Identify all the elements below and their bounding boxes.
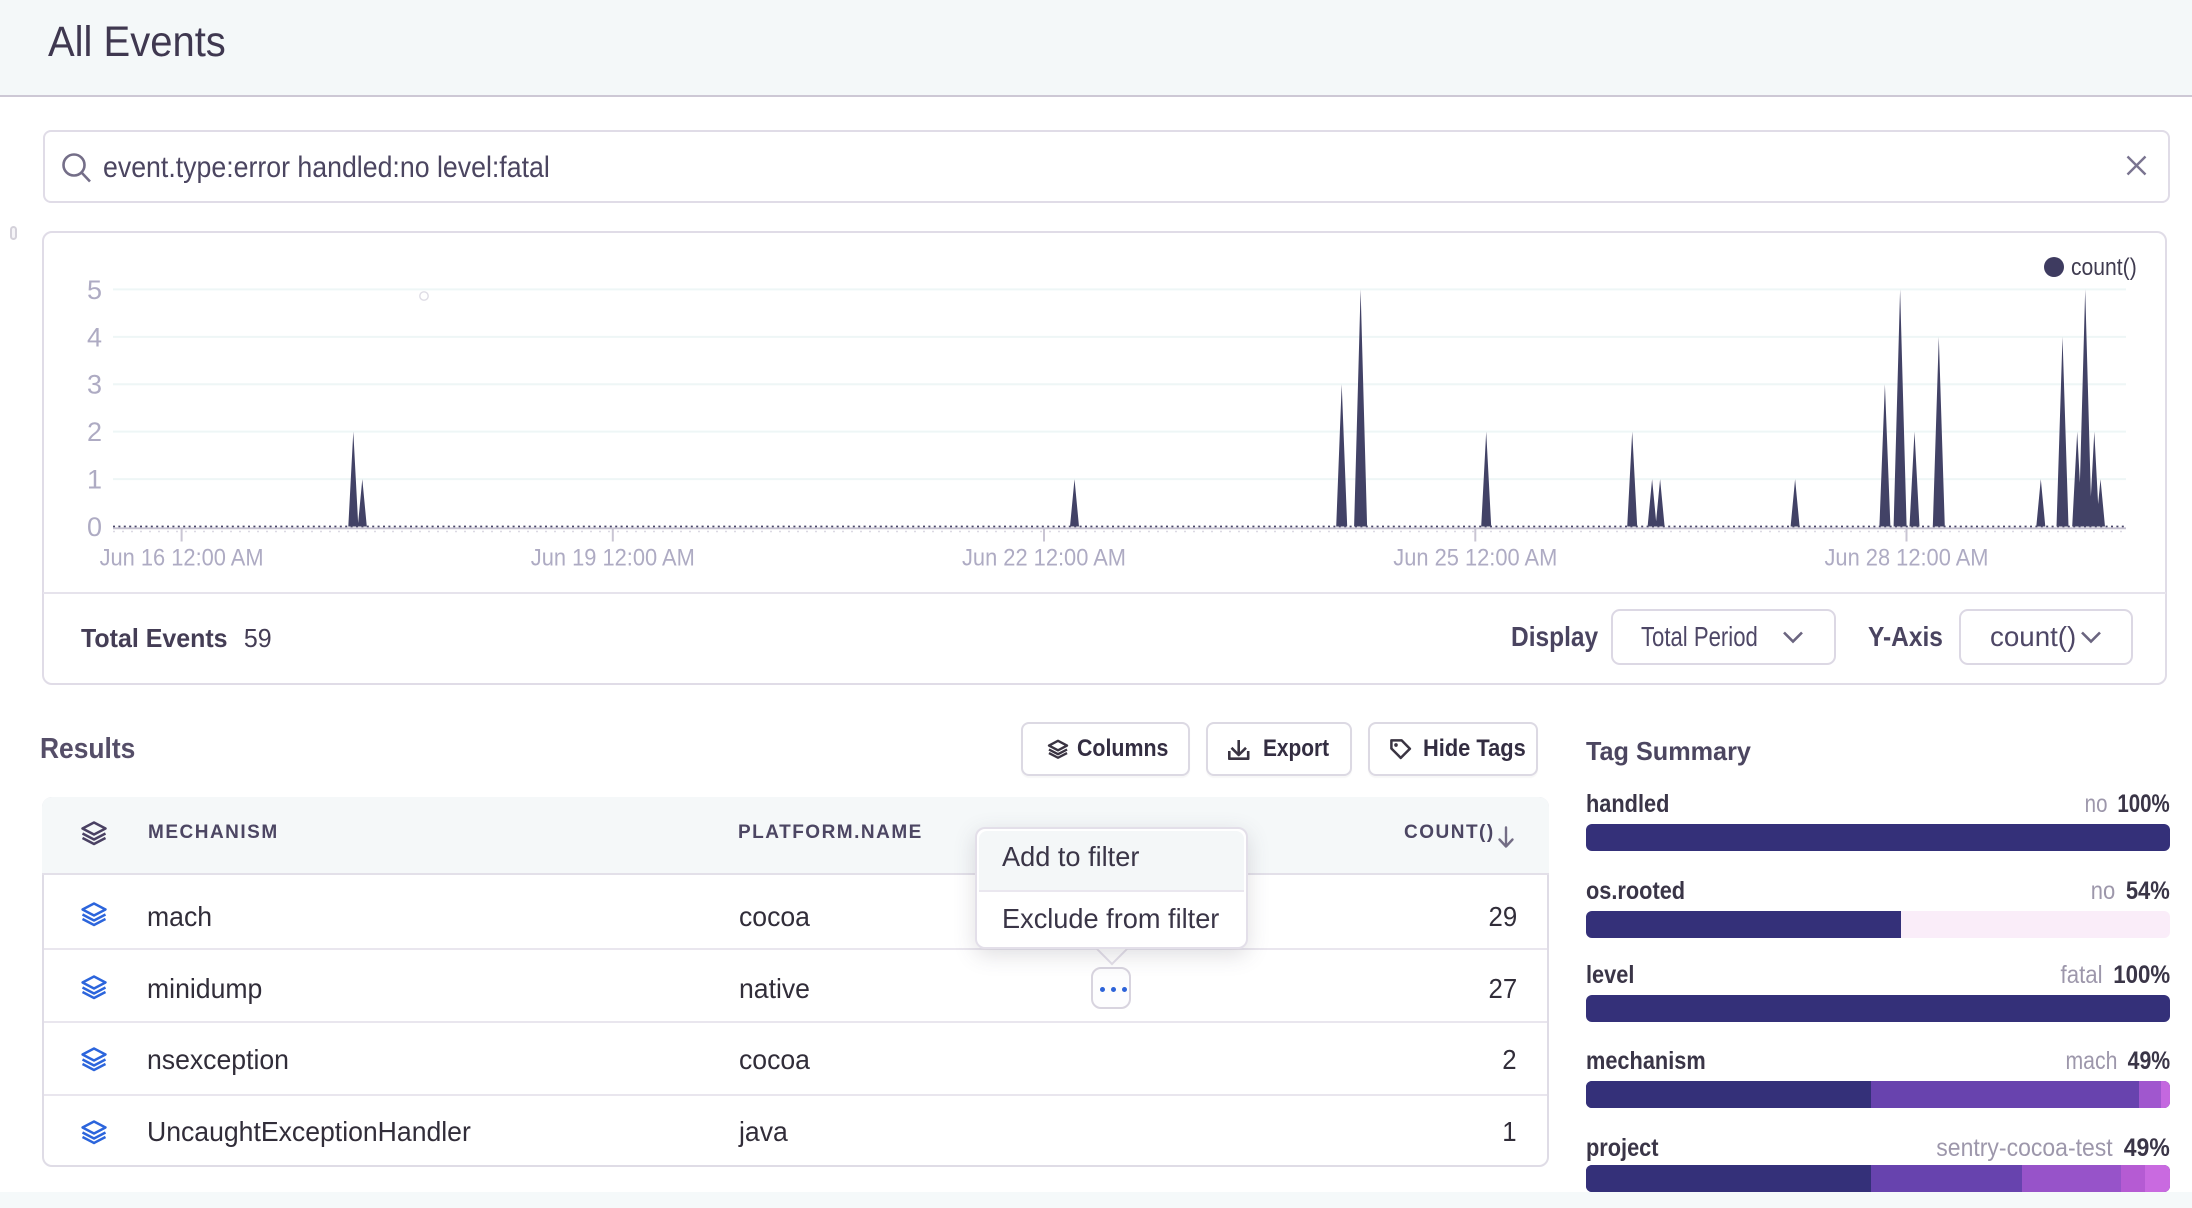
svg-text:Jun 22 12:00 AM: Jun 22 12:00 AM	[962, 545, 1126, 572]
svg-text:3: 3	[87, 370, 102, 400]
svg-text:5: 5	[87, 275, 102, 305]
svg-text:1: 1	[87, 465, 102, 495]
svg-text:2: 2	[87, 417, 102, 447]
svg-text:Jun 25 12:00 AM: Jun 25 12:00 AM	[1393, 545, 1557, 572]
svg-text:Jun 28 12:00 AM: Jun 28 12:00 AM	[1825, 545, 1989, 572]
svg-text:Jun 19 12:00 AM: Jun 19 12:00 AM	[531, 545, 695, 572]
svg-text:Jun 16 12:00 AM: Jun 16 12:00 AM	[100, 545, 264, 572]
svg-text:0: 0	[87, 512, 102, 542]
svg-text:4: 4	[87, 322, 102, 352]
